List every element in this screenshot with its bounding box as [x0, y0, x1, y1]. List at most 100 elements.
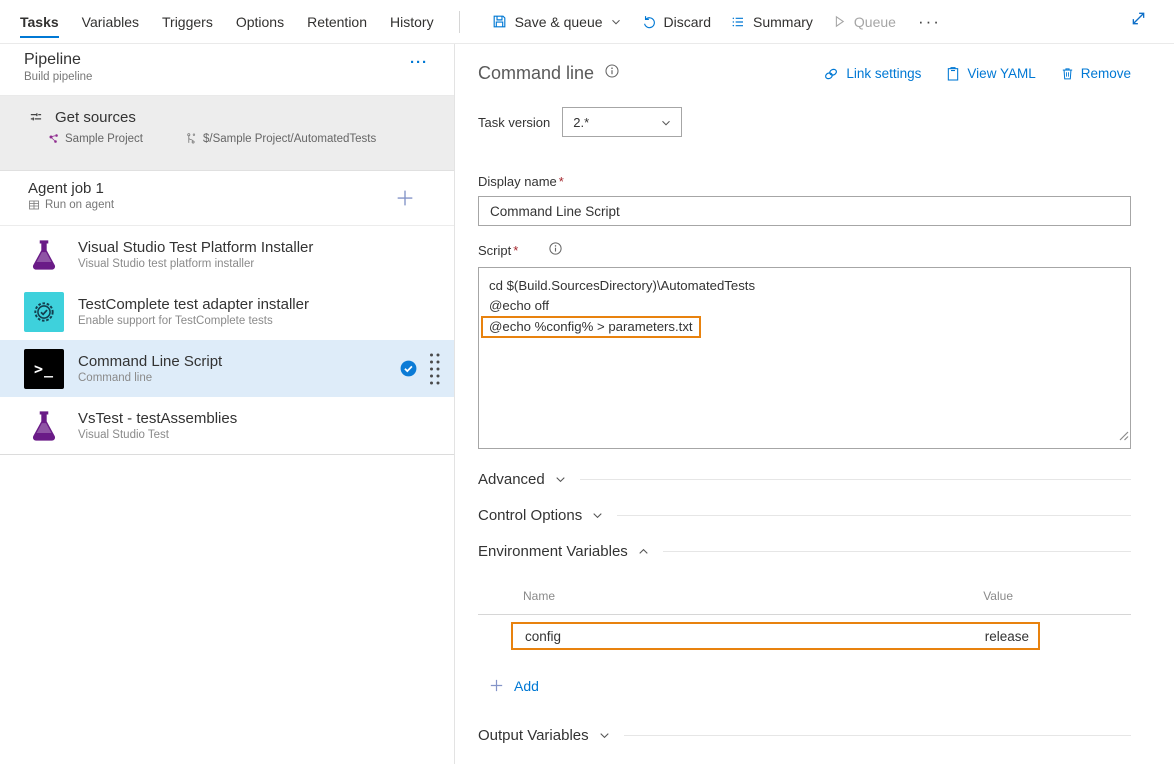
tab-variables[interactable]: Variables [82, 0, 139, 43]
section-advanced[interactable]: Advanced [478, 471, 1131, 488]
tab-tasks[interactable]: Tasks [20, 0, 59, 43]
chevron-down-icon [591, 509, 604, 522]
pipeline-subtitle: Build pipeline [24, 71, 454, 83]
task-title: Visual Studio Test Platform Installer [78, 239, 313, 256]
env-name-cell[interactable]: config [525, 629, 561, 644]
section-rule [624, 735, 1131, 736]
agent-job-subtitle: Run on agent [45, 199, 114, 211]
script-textarea[interactable]: cd $(Build.SourcesDirectory)\AutomatedTe… [478, 267, 1131, 449]
toolbar-divider [459, 11, 460, 33]
env-variable-row[interactable]: config release [511, 622, 1040, 650]
top-toolbar: Tasks Variables Triggers Options Retenti… [0, 0, 1174, 44]
clipboard-icon [945, 66, 961, 82]
tab-retention[interactable]: Retention [307, 0, 367, 43]
script-info-icon[interactable] [548, 241, 563, 259]
add-task-button[interactable] [394, 187, 416, 214]
panel-title: Command line [478, 63, 594, 84]
discard-button[interactable]: Discard [641, 14, 711, 30]
script-line-3: @echo %config% > parameters.txt [489, 316, 1120, 338]
flask-icon [24, 235, 64, 275]
section-rule [617, 515, 1131, 516]
env-value-header: Value [983, 589, 1013, 603]
env-table-header: Name Value [478, 581, 1131, 615]
tab-bar: Tasks Variables Triggers Options Retenti… [20, 0, 457, 43]
task-subtitle: Visual Studio test platform installer [78, 258, 313, 270]
section-environment-variables[interactable]: Environment Variables [478, 543, 1131, 560]
link-icon [822, 65, 840, 83]
play-icon [832, 14, 847, 29]
task-settings-panel: Command line Link settings [456, 44, 1174, 764]
display-name-input[interactable]: Command Line Script [478, 196, 1131, 226]
tab-history[interactable]: History [390, 0, 434, 43]
agent-job-card: Agent job 1 Run on agent [0, 170, 454, 455]
fullscreen-expand-icon[interactable] [1129, 9, 1148, 33]
tfvc-branch-icon [185, 132, 198, 145]
link-settings-button[interactable]: Link settings [822, 65, 921, 83]
task-item-command-line[interactable]: >_ Command Line Script Command line [0, 340, 454, 397]
get-sources-item[interactable]: Get sources Sample Project $/Sample Proj… [0, 96, 454, 170]
get-sources-title: Get sources [55, 109, 136, 126]
view-yaml-button[interactable]: View YAML [945, 66, 1035, 82]
pipeline-header[interactable]: Pipeline Build pipeline ··· [0, 44, 454, 96]
section-control-options[interactable]: Control Options [478, 507, 1131, 524]
undo-icon [641, 14, 657, 30]
section-rule [663, 551, 1131, 552]
task-title: TestComplete test adapter installer [78, 296, 309, 313]
task-item-vstest-assemblies[interactable]: VsTest - testAssemblies Visual Studio Te… [0, 397, 454, 454]
env-name-header: Name [523, 589, 555, 603]
flask-icon [24, 406, 64, 446]
pipeline-sidebar: Pipeline Build pipeline ··· Get sources … [0, 44, 455, 764]
chevron-down-icon [610, 16, 622, 28]
toolbar-more-button[interactable]: ··· [918, 12, 941, 32]
task-subtitle: Command line [78, 372, 222, 384]
summary-list-icon [730, 14, 746, 30]
pipeline-more-button[interactable]: ··· [410, 54, 428, 71]
get-sources-icon [28, 109, 45, 126]
pipeline-title: Pipeline [24, 51, 454, 69]
required-marker: * [559, 174, 564, 189]
plus-icon [488, 677, 505, 694]
tab-options[interactable]: Options [236, 0, 284, 43]
testcomplete-icon [24, 292, 64, 332]
chevron-down-icon [554, 473, 567, 486]
task-title: Command Line Script [78, 353, 222, 370]
script-label: Script* [478, 241, 1174, 259]
remove-task-button[interactable]: Remove [1060, 66, 1131, 81]
chevron-up-icon [637, 545, 650, 558]
trash-icon [1060, 66, 1075, 81]
add-variable-button[interactable]: Add [488, 677, 558, 694]
task-item-vstest-installer[interactable]: Visual Studio Test Platform Installer Vi… [0, 226, 454, 283]
plus-icon [394, 187, 416, 209]
agent-grid-icon [28, 199, 40, 211]
team-project-icon [48, 133, 60, 145]
task-title: VsTest - testAssemblies [78, 410, 237, 427]
task-subtitle: Visual Studio Test [78, 429, 237, 441]
section-output-variables[interactable]: Output Variables [478, 727, 1131, 744]
drag-handle[interactable] [428, 351, 441, 392]
task-item-testcomplete-adapter[interactable]: TestComplete test adapter installer Enab… [0, 283, 454, 340]
source-path-label: $/Sample Project/AutomatedTests [203, 133, 376, 145]
chevron-down-icon [598, 729, 611, 742]
resize-handle[interactable] [1119, 427, 1129, 447]
task-version-select[interactable]: 2.* [562, 107, 682, 137]
task-selected-check-icon [399, 359, 418, 383]
agent-job-item[interactable]: Agent job 1 Run on agent [0, 171, 454, 226]
env-value-cell[interactable]: release [985, 629, 1029, 644]
script-line-2: @echo off [489, 296, 1120, 316]
info-icon[interactable] [604, 63, 620, 84]
section-rule [580, 479, 1131, 480]
save-icon [491, 13, 508, 30]
environment-variables-table: Name Value config release [478, 581, 1131, 650]
chevron-down-icon [660, 117, 672, 129]
highlighted-script-line: @echo %config% > parameters.txt [481, 316, 701, 338]
tab-triggers[interactable]: Triggers [162, 0, 213, 43]
terminal-icon: >_ [24, 349, 64, 389]
task-subtitle: Enable support for TestComplete tests [78, 315, 309, 327]
required-marker: * [513, 243, 518, 258]
queue-button[interactable]: Queue [832, 14, 896, 30]
source-project-label: Sample Project [65, 133, 143, 145]
task-version-label: Task version [478, 115, 550, 130]
save-and-queue-button[interactable]: Save & queue [491, 13, 622, 30]
script-line-1: cd $(Build.SourcesDirectory)\AutomatedTe… [489, 276, 1120, 296]
summary-button[interactable]: Summary [730, 14, 813, 30]
